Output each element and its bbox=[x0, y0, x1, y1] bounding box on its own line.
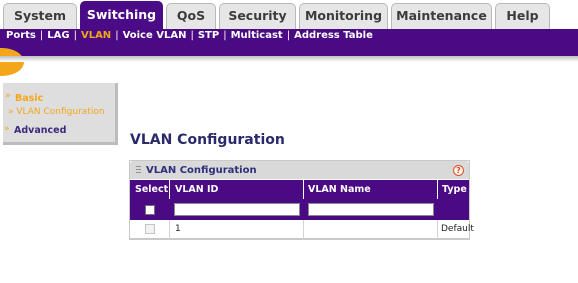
left-menu: » Basic » VLAN Configuration » Advanced bbox=[3, 83, 118, 145]
tab-help[interactable]: Help bbox=[495, 3, 550, 29]
sub-nav-items: Ports | LAG | VLAN | Voice VLAN | STP | Multicast |… bbox=[6, 29, 373, 43]
sub-nav-bar: Ports | LAG | VLAN | Voice VLAN | STP | Multicast |… bbox=[0, 29, 578, 56]
subnav-item-voice-vlan[interactable]: Voice VLAN bbox=[123, 30, 187, 41]
subnav-separator: | bbox=[73, 30, 77, 41]
subnav-item-address-table[interactable]: Address Table bbox=[294, 30, 373, 41]
main-tab-bar: System Switching QoS Security Monitoring… bbox=[0, 0, 578, 29]
help-icon[interactable]: ? bbox=[453, 165, 464, 176]
subnav-item-lag[interactable]: LAG bbox=[47, 30, 69, 41]
table-input-row bbox=[130, 199, 469, 220]
chevron-right-icon: » bbox=[5, 91, 11, 101]
subnav-item-vlan[interactable]: VLAN bbox=[81, 30, 111, 41]
column-header-select: Select bbox=[135, 184, 169, 195]
sub-nav-shadow bbox=[0, 56, 578, 62]
subnav-item-ports[interactable]: Ports bbox=[6, 30, 36, 41]
column-header-vlan-id: VLAN ID bbox=[175, 184, 219, 195]
drag-grip-icon[interactable] bbox=[136, 166, 141, 175]
vlan-id-input[interactable] bbox=[174, 203, 300, 216]
tab-switching[interactable]: Switching bbox=[80, 1, 163, 29]
subnav-item-stp[interactable]: STP bbox=[198, 30, 219, 41]
column-divider bbox=[303, 220, 304, 239]
subnav-separator: | bbox=[223, 30, 227, 41]
subnav-separator: | bbox=[190, 30, 194, 41]
cell-vlan-id: 1 bbox=[175, 224, 181, 234]
subnav-separator: | bbox=[39, 30, 44, 41]
vlan-name-input[interactable] bbox=[308, 203, 434, 216]
tab-monitoring[interactable]: Monitoring bbox=[299, 3, 388, 29]
column-divider bbox=[437, 220, 438, 239]
row-select-checkbox[interactable] bbox=[145, 224, 155, 234]
subnav-separator: | bbox=[286, 30, 291, 41]
column-divider bbox=[169, 220, 170, 239]
column-header-vlan-name: VLAN Name bbox=[308, 184, 371, 195]
subnav-separator: | bbox=[115, 30, 119, 41]
chevron-right-icon: » bbox=[4, 124, 10, 134]
tab-system[interactable]: System bbox=[3, 3, 77, 29]
page: System Switching QoS Security Monitoring… bbox=[0, 0, 578, 283]
left-menu-basic[interactable]: Basic bbox=[15, 93, 43, 104]
subnav-item-multicast[interactable]: Multicast bbox=[231, 30, 283, 41]
cell-type: Default bbox=[441, 224, 474, 234]
select-checkbox[interactable] bbox=[145, 205, 155, 215]
tab-qos[interactable]: QoS bbox=[166, 3, 216, 29]
left-menu-vlan-configuration[interactable]: » VLAN Configuration bbox=[8, 107, 105, 117]
panel-header: VLAN Configuration ? bbox=[130, 161, 469, 179]
tab-maintenance[interactable]: Maintenance bbox=[391, 3, 492, 29]
column-header-type: Type bbox=[442, 184, 467, 195]
table-row: 1 Default bbox=[130, 220, 474, 239]
panel-title: VLAN Configuration bbox=[146, 165, 257, 176]
page-title: VLAN Configuration bbox=[130, 132, 285, 148]
tab-security[interactable]: Security bbox=[219, 3, 296, 29]
vlan-configuration-panel: VLAN Configuration ? Select VLAN ID VLAN… bbox=[129, 160, 474, 240]
table-header-row: Select VLAN ID VLAN Name Type bbox=[130, 180, 469, 219]
left-menu-advanced[interactable]: Advanced bbox=[14, 125, 66, 136]
